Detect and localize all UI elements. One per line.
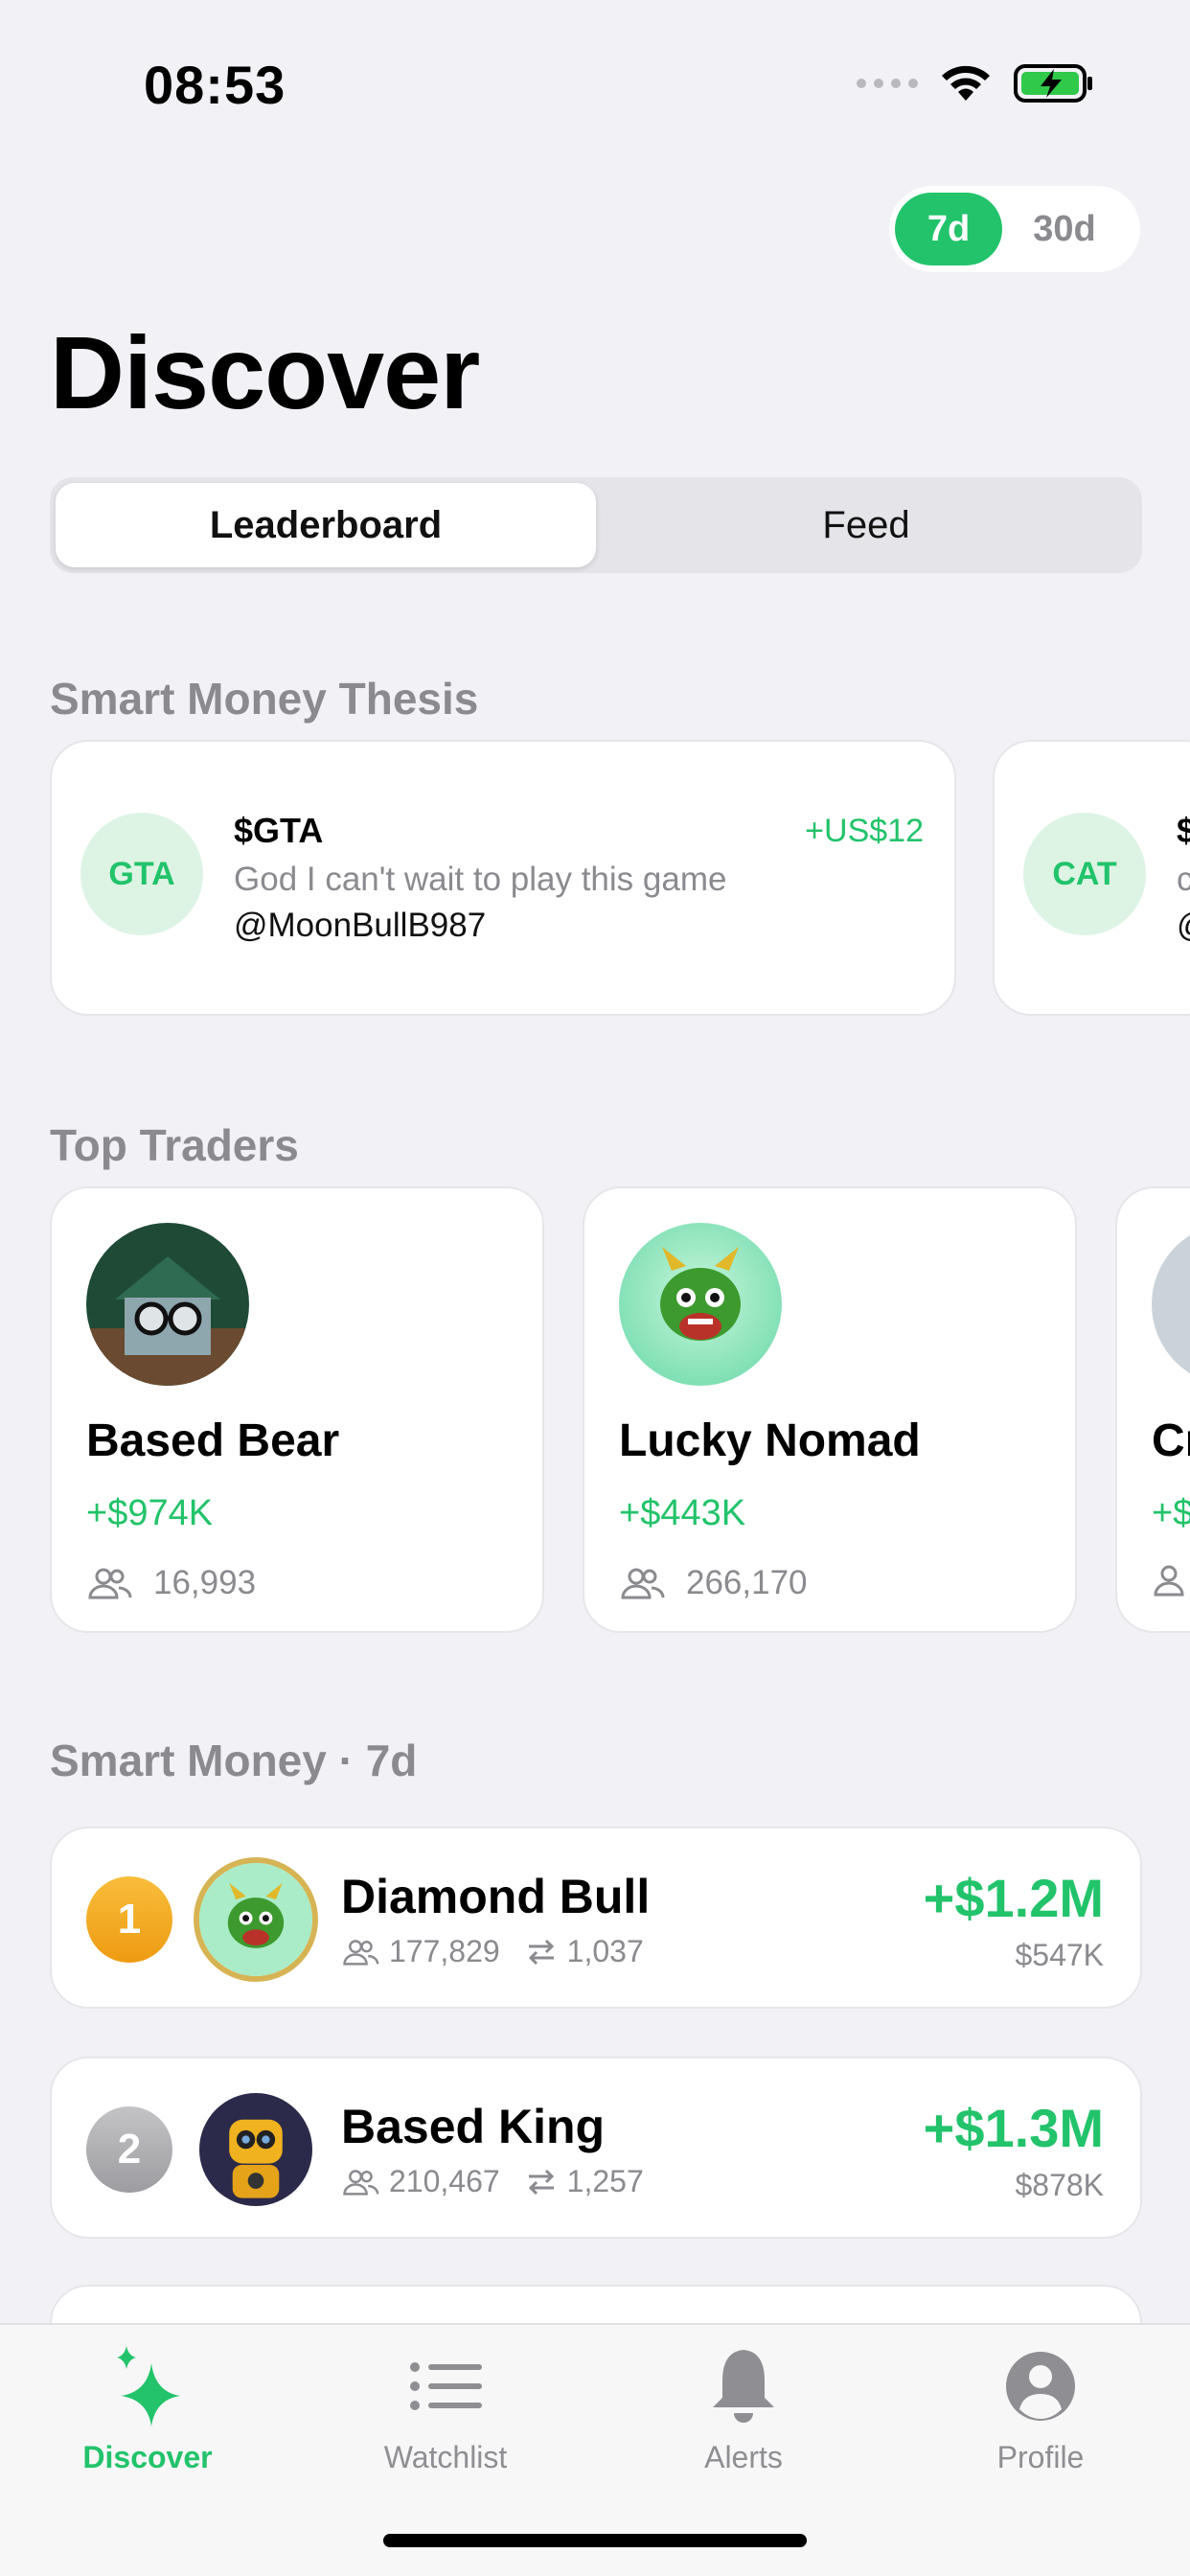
segment-feed[interactable]: Feed [596,483,1136,567]
tab-alerts[interactable]: Alerts [619,2344,868,2475]
wifi-icon [942,65,990,101]
section-title-thesis: Smart Money Thesis [50,674,479,724]
section-title-smart-money: Smart Money · 7d [50,1736,418,1785]
trader-name: Based King [341,2100,606,2153]
trades-count: 1,257 [566,2164,644,2198]
trader-pnl: +$1.3M [923,2098,1104,2158]
token-avatar: GTA [80,813,203,935]
thesis-ticker: $GTA [234,811,324,850]
avatar [1152,1223,1190,1386]
thesis-text: God I can't wait to play this game [234,861,727,898]
followers-count: 177,829 [389,1934,500,1968]
avatar [86,1223,249,1386]
followers-count: 266,170 [686,1564,808,1601]
home-indicator [383,2534,807,2547]
segment-leaderboard[interactable]: Leaderboard [56,483,596,567]
trader-card[interactable]: Cr +$ [1115,1186,1190,1633]
rank-badge: 2 [86,2106,172,2193]
list-item[interactable]: 2 Based King 210,467 1,257 +$1.3M $878K [50,2057,1142,2239]
sparkle-icon [117,2346,180,2426]
trader-followers: 16,993 [86,1564,256,1602]
trader-pnl: +$1.2M [923,1868,1104,1928]
followers-icon [343,2169,379,2196]
trader-followers [1152,1564,1190,1597]
followers-count: 16,993 [153,1564,257,1601]
thesis-card[interactable]: CAT $ c @ [993,740,1190,1016]
token-avatar: CAT [1023,813,1146,935]
tab-label: Discover [82,2440,213,2474]
list-item[interactable]: 1 Diamond Bull 177,829 1,037 +$1.2M $547… [50,1827,1142,2009]
avatar [619,1223,782,1386]
avatar [194,1857,318,1982]
thesis-change: +US$12 [805,813,924,849]
tab-label: Profile [996,2440,1085,2474]
trader-card[interactable]: Based Bear +$974K 16,993 [50,1186,544,1633]
avatar [199,2093,312,2206]
rank-badge: 1 [86,1876,172,1963]
thesis-ticker: $ [1177,811,1190,851]
tab-profile[interactable]: Profile [916,2344,1165,2475]
section-title-top-traders: Top Traders [50,1120,299,1170]
trader-pnl: +$ [1152,1493,1190,1533]
tab-label: Alerts [704,2440,783,2474]
tab-discover[interactable]: Discover [23,2344,272,2475]
trader-stats: 210,467 1,257 [341,2164,644,2199]
tab-watchlist[interactable]: Watchlist [321,2344,570,2475]
status-time: 08:53 [144,55,286,115]
status-icons [857,63,1094,104]
followers-icon [1154,1565,1184,1597]
trader-name: Lucky Nomad [619,1415,921,1466]
segmented-control[interactable]: Leaderboard Feed [50,477,1142,573]
thesis-user[interactable]: @ [1177,907,1190,945]
period-30d-button[interactable]: 30d [1002,193,1127,265]
followers-icon [621,1568,665,1599]
period-toggle[interactable]: 7d 30d [889,186,1140,272]
battery-charging-icon [1014,64,1092,103]
trader-name: Cr [1152,1415,1190,1466]
thesis-text: c [1177,861,1190,899]
trader-pnl: +$443K [619,1493,746,1533]
followers-count: 210,467 [389,2164,500,2198]
trader-volume: $547K [1015,1938,1104,1972]
trader-volume: $878K [1015,2168,1104,2202]
trader-card[interactable]: Lucky Nomad +$443K 266,170 [583,1186,1077,1633]
page-title: Discover [50,314,480,430]
followers-icon [343,1939,379,1966]
trader-pnl: +$974K [86,1493,214,1533]
trader-stats: 177,829 1,037 [341,1934,644,1969]
thesis-card[interactable]: GTA $GTA +US$12 God I can't wait to play… [50,740,956,1016]
period-7d-button[interactable]: 7d [895,193,1002,265]
list-icon [410,2362,482,2410]
thesis-user[interactable]: @MoonBullB987 [234,907,486,945]
person-icon [1006,2352,1075,2421]
swap-arrows-icon [528,1939,554,1965]
trader-followers: 266,170 [619,1564,808,1602]
tab-label: Watchlist [383,2440,508,2474]
cellular-signal-icon [857,79,918,88]
swap-arrows-icon [528,2169,554,2195]
trader-name: Based Bear [86,1415,340,1466]
trader-name: Diamond Bull [341,1870,651,1923]
trades-count: 1,037 [566,1934,644,1968]
bell-icon [713,2350,774,2423]
followers-icon [88,1568,132,1599]
